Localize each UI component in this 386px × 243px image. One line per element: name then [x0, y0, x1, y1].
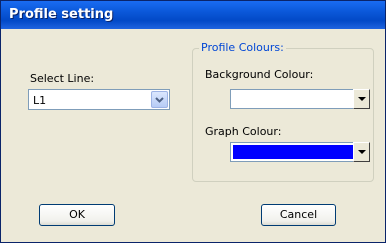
select-line-dropdown[interactable]: L1: [28, 89, 170, 110]
dialog-title: Profile setting: [9, 7, 114, 22]
ok-button[interactable]: OK: [39, 204, 115, 226]
title-bar[interactable]: Profile setting: [1, 1, 385, 29]
profile-colours-label: Profile Colours:: [199, 41, 286, 54]
profile-setting-dialog: Profile setting Select Line: L1 Profile …: [0, 0, 386, 243]
select-line-label: Select Line:: [30, 72, 95, 85]
background-colour-dropdown-button[interactable]: [353, 89, 370, 109]
background-colour-label: Background Colour:: [205, 68, 314, 81]
cancel-button[interactable]: Cancel: [261, 204, 336, 226]
selected-line-value: L1: [33, 94, 47, 107]
graph-colour-label: Graph Colour:: [205, 125, 282, 138]
graph-colour-box[interactable]: [230, 142, 366, 162]
graph-colour-dropdown-button[interactable]: [353, 142, 370, 162]
chevron-down-icon[interactable]: [151, 91, 168, 108]
background-colour-box[interactable]: [230, 89, 366, 109]
background-colour-swatch: [233, 92, 363, 106]
graph-colour-swatch: [233, 145, 363, 159]
